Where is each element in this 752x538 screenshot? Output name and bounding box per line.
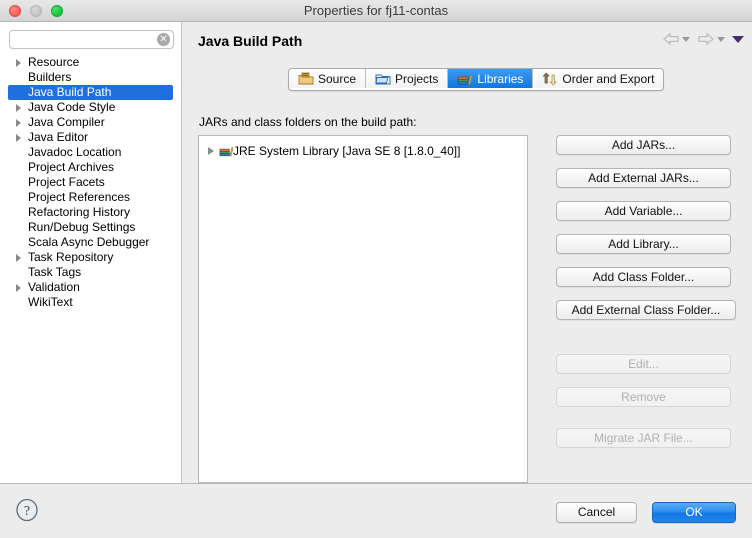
svg-text:?: ? (24, 504, 30, 519)
search-input[interactable] (9, 30, 174, 49)
add-class-folder-button[interactable]: Add Class Folder... (556, 267, 731, 287)
ok-button[interactable]: OK (652, 502, 736, 523)
navigation-tools (662, 32, 744, 46)
sidebar-item-label: Java Code Style (28, 100, 115, 114)
tab-label: Projects (395, 72, 438, 86)
sidebar-item-label: Project Facets (28, 175, 105, 189)
arrow-right-icon[interactable] (697, 32, 715, 46)
build-path-tabs: Source Projects Libraries Order and Export (288, 68, 664, 91)
tab-label: Source (318, 72, 356, 86)
add-variable-button[interactable]: Add Variable... (556, 201, 731, 221)
settings-sidebar: ✕ ResourceBuildersJava Build PathJava Co… (0, 22, 182, 483)
back-chevron-down-icon[interactable] (682, 37, 690, 42)
tab-projects[interactable]: Projects (366, 69, 448, 88)
expand-triangle-icon[interactable] (16, 254, 21, 262)
sidebar-item-label: Project References (28, 190, 130, 204)
sidebar-item-resource[interactable]: Resource (8, 55, 173, 70)
title-bar: Properties for fj11-contas (0, 0, 752, 22)
search-field-wrapper: ✕ (9, 30, 174, 49)
content-header: Java Build Path (182, 22, 752, 60)
add-library-button[interactable]: Add Library... (556, 234, 731, 254)
expand-triangle-icon[interactable] (16, 119, 21, 127)
libraries-books-icon (457, 72, 473, 86)
projects-folder-icon (375, 72, 391, 86)
sidebar-item-project-facets[interactable]: Project Facets (8, 175, 173, 190)
sidebar-item-java-code-style[interactable]: Java Code Style (8, 100, 173, 115)
dialog-footer: ? (0, 483, 752, 538)
sidebar-item-task-tags[interactable]: Task Tags (8, 265, 173, 280)
tab-source[interactable]: Source (289, 69, 366, 88)
sidebar-item-label: Task Tags (28, 265, 81, 279)
sidebar-item-label: Refactoring History (28, 205, 130, 219)
sidebar-item-project-references[interactable]: Project References (8, 190, 173, 205)
list-item[interactable]: JRE System Library [Java SE 8 [1.8.0_40]… (199, 142, 527, 160)
sidebar-item-label: WikiText (28, 295, 73, 309)
sidebar-item-wikitext[interactable]: WikiText (8, 295, 173, 310)
forward-chevron-down-icon[interactable] (717, 37, 725, 42)
sidebar-item-builders[interactable]: Builders (8, 70, 173, 85)
source-folder-icon (298, 72, 314, 86)
sidebar-item-label: Java Editor (28, 130, 88, 144)
question-mark-icon[interactable]: ? (15, 498, 39, 522)
arrow-left-icon[interactable] (662, 32, 680, 46)
sidebar-item-scala-async-debugger[interactable]: Scala Async Debugger (8, 235, 173, 250)
order-arrows-icon (542, 72, 558, 86)
migrate-jar-file-button: Migrate JAR File... (556, 428, 731, 448)
window-title: Properties for fj11-contas (0, 0, 752, 22)
sidebar-item-label: Task Repository (28, 250, 113, 264)
properties-dialog-window: Properties for fj11-contas ✕ ResourceBui… (0, 0, 752, 538)
content-panel: Java Build Path Source Projects Libraries O… (182, 22, 752, 483)
sidebar-item-label: Scala Async Debugger (28, 235, 149, 249)
cancel-button[interactable]: Cancel (556, 502, 637, 523)
sidebar-item-label: Java Compiler (28, 115, 105, 129)
expand-triangle-icon[interactable] (16, 59, 21, 67)
sidebar-item-label: Javadoc Location (28, 145, 121, 159)
build-path-listbox[interactable]: JRE System Library [Java SE 8 [1.8.0_40]… (198, 135, 528, 483)
sidebar-item-task-repository[interactable]: Task Repository (8, 250, 173, 265)
sidebar-item-run-debug-settings[interactable]: Run/Debug Settings (8, 220, 173, 235)
sidebar-item-validation[interactable]: Validation (8, 280, 173, 295)
sidebar-item-label: Validation (28, 280, 80, 294)
tab-label: Order and Export (562, 72, 654, 86)
add-external-class-folder-button[interactable]: Add External Class Folder... (556, 300, 736, 320)
expand-triangle-icon[interactable] (208, 147, 214, 155)
sidebar-item-java-editor[interactable]: Java Editor (8, 130, 173, 145)
edit-button: Edit... (556, 354, 731, 374)
sidebar-item-label: Project Archives (28, 160, 114, 174)
tab-order-and-export[interactable]: Order and Export (533, 69, 663, 88)
sidebar-item-label: Java Build Path (28, 85, 111, 99)
tab-label: Libraries (477, 72, 523, 86)
action-button-column: Add JARs... Add External JARs... Add Varia… (556, 135, 736, 461)
add-jars-button[interactable]: Add JARs... (556, 135, 731, 155)
sidebar-item-refactoring-history[interactable]: Refactoring History (8, 205, 173, 220)
expand-triangle-icon[interactable] (16, 104, 21, 112)
add-external-jars-button[interactable]: Add External JARs... (556, 168, 731, 188)
sidebar-item-javadoc-location[interactable]: Javadoc Location (8, 145, 173, 160)
page-title: Java Build Path (198, 33, 302, 49)
button-group-spacer (556, 420, 736, 428)
expand-triangle-icon[interactable] (16, 284, 21, 292)
clear-circle-icon[interactable]: ✕ (157, 33, 170, 46)
library-books-icon (219, 144, 234, 158)
triangle-down-icon[interactable] (732, 36, 744, 43)
sidebar-item-java-compiler[interactable]: Java Compiler (8, 115, 173, 130)
settings-tree: ResourceBuildersJava Build PathJava Code… (0, 55, 181, 483)
list-item-label: JRE System Library [Java SE 8 [1.8.0_40]… (233, 144, 460, 158)
sidebar-item-label: Run/Debug Settings (28, 220, 135, 234)
button-group-spacer (556, 333, 736, 354)
sidebar-item-label: Resource (28, 55, 79, 69)
remove-button: Remove (556, 387, 731, 407)
sidebar-item-project-archives[interactable]: Project Archives (8, 160, 173, 175)
expand-triangle-icon[interactable] (16, 134, 21, 142)
sidebar-item-label: Builders (28, 70, 71, 84)
list-label: JARs and class folders on the build path… (199, 115, 416, 129)
tab-libraries[interactable]: Libraries (448, 69, 533, 88)
sidebar-item-java-build-path[interactable]: Java Build Path (8, 85, 173, 100)
